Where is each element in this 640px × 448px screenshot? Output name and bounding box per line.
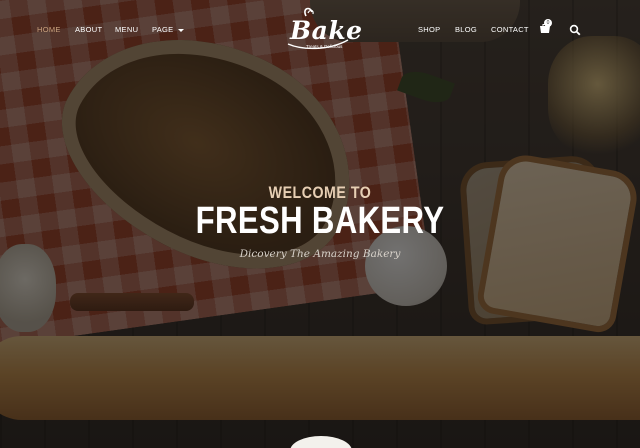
nav-menu-link[interactable]: MENU: [115, 25, 138, 34]
nav-about-link[interactable]: ABOUT: [75, 25, 102, 34]
site-logo[interactable]: Bake Treats & Delicious: [284, 4, 362, 58]
nav-page-label: PAGE: [152, 25, 174, 34]
logo-wordmark: Bake: [290, 16, 363, 45]
cart-count-badge: 0: [544, 19, 552, 27]
logo-subtitle: Treats & Delicious: [306, 44, 343, 49]
nav-home-link[interactable]: HOME: [37, 25, 61, 34]
nav-page-dropdown[interactable]: PAGE: [152, 25, 185, 34]
hero-headline: FRESH BAKERY: [195, 200, 445, 242]
caret-down-icon: [178, 28, 185, 32]
nav-shop-link[interactable]: SHOP: [418, 25, 440, 34]
search-icon[interactable]: [569, 24, 581, 36]
nav-contact-link[interactable]: CONTACT: [491, 25, 529, 34]
hero-tagline: Dicovery The Amazing Bakery: [239, 248, 401, 260]
main-navbar: HOME ABOUT MENU PAGE Bake Treats & Delic…: [0, 0, 640, 62]
nav-blog-link[interactable]: BLOG: [455, 25, 477, 34]
